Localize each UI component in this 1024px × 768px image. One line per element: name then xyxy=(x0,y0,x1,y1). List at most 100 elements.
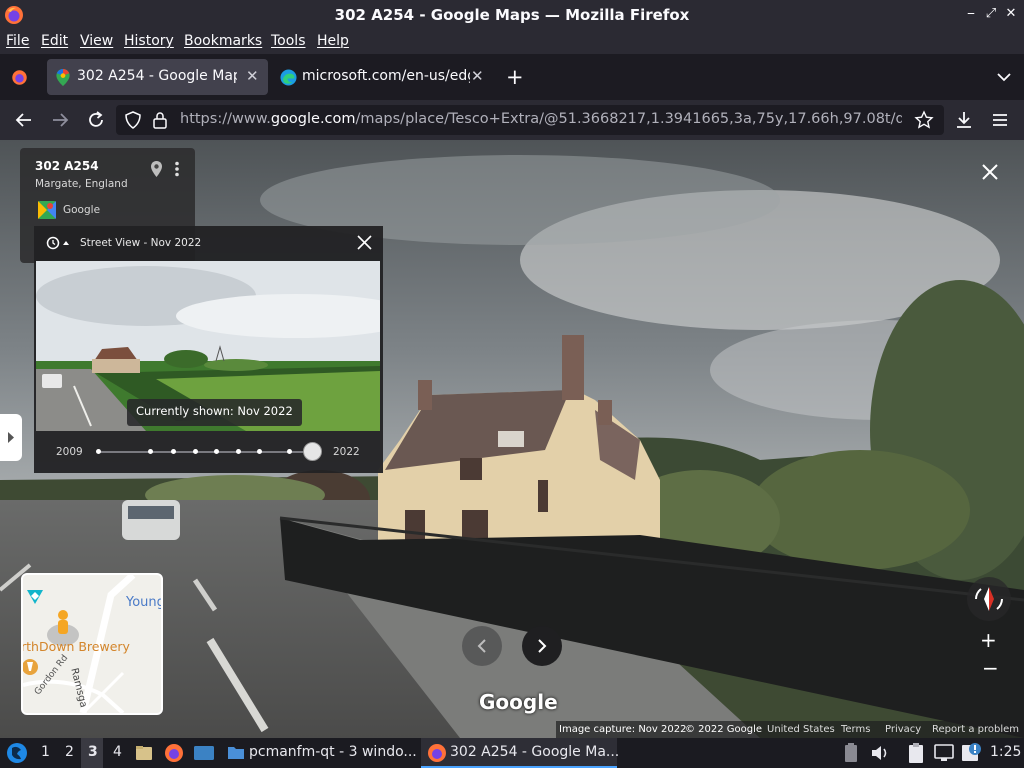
lock-icon[interactable] xyxy=(152,111,168,129)
menu-view[interactable]: View xyxy=(80,33,113,49)
downloads-icon[interactable] xyxy=(952,108,976,132)
location-pin-icon[interactable] xyxy=(150,160,163,178)
back-icon[interactable] xyxy=(12,108,36,132)
google-maps-icon xyxy=(38,201,56,219)
navigation-toolbar: https://www.google.com/maps/place/Tesco+… xyxy=(0,100,1024,140)
bookmark-star-icon[interactable] xyxy=(914,110,934,130)
minimap[interactable]: Young rthDown Brewery Gordon Rd Ramsga xyxy=(21,573,163,715)
tab-label: 302 A254 - Google Maps xyxy=(77,68,237,84)
network-icon[interactable] xyxy=(933,743,955,763)
address-bar[interactable]: https://www.google.com/maps/place/Tesco+… xyxy=(116,105,944,135)
restore-button[interactable]: ⤢ xyxy=(982,5,1000,23)
url-prefix: https://www. xyxy=(180,111,271,127)
shield-icon[interactable] xyxy=(124,111,142,129)
window-titlebar: 302 A254 - Google Maps — Mozilla Firefox… xyxy=(0,0,1024,30)
start-menu-icon[interactable] xyxy=(6,742,28,764)
place-title: 302 A254 xyxy=(35,159,99,173)
minimap-label: rthDown Brewery xyxy=(21,639,130,654)
taskbar-window-firefox[interactable]: 302 A254 - Google Ma... xyxy=(421,738,620,768)
desktop-icon[interactable] xyxy=(193,743,215,763)
zoom-out-button[interactable]: − xyxy=(982,656,999,680)
zoom-in-button[interactable]: + xyxy=(980,628,997,652)
minimap-label: Young xyxy=(126,595,163,610)
firefox-view-icon[interactable] xyxy=(11,69,28,86)
report-problem-link[interactable]: Report a problem xyxy=(932,724,1019,735)
timeline-start-year: 2009 xyxy=(56,446,83,458)
timeline-dot[interactable] xyxy=(257,449,262,454)
new-tab-icon[interactable]: + xyxy=(506,65,524,89)
reload-icon[interactable] xyxy=(84,108,108,132)
timeline-dot[interactable] xyxy=(148,449,153,454)
file-manager-launcher-icon[interactable] xyxy=(134,743,154,763)
clock: 1:25 xyxy=(990,744,1022,760)
timeline-dot[interactable] xyxy=(96,449,101,454)
menubar: File Edit View History Bookmarks Tools H… xyxy=(0,30,1024,54)
compass-button[interactable] xyxy=(967,577,1011,621)
taskbar-window-label: 302 A254 - Google Ma... xyxy=(450,744,620,760)
edge-favicon xyxy=(280,69,297,86)
timeline-slider[interactable] xyxy=(96,442,322,461)
expand-side-panel-button[interactable] xyxy=(0,414,22,461)
tab-label: microsoft.com/en-us/edg xyxy=(302,68,470,84)
street-view-thumbnail[interactable]: Currently shown: Nov 2022 xyxy=(36,261,380,431)
chevron-right-icon xyxy=(538,639,547,653)
place-subtitle: Margate, England xyxy=(35,178,128,190)
tab-microsoft[interactable]: microsoft.com/en-us/edg ✕ xyxy=(272,59,494,95)
workspace-4[interactable]: 4 xyxy=(113,744,122,760)
timeline-handle[interactable] xyxy=(302,442,322,461)
taskbar-window-pcmanfm[interactable]: pcmanfm-qt - 3 windo... xyxy=(222,738,418,768)
workspace-2[interactable]: 2 xyxy=(65,744,74,760)
menu-bookmarks[interactable]: Bookmarks xyxy=(184,33,262,49)
window-title: 302 A254 - Google Maps — Mozilla Firefox xyxy=(334,6,690,24)
close-window-button[interactable]: ✕ xyxy=(1002,5,1020,23)
url-path: /maps/place/Tesco+Extra/@51.3668217,1.39… xyxy=(355,111,902,127)
menu-history[interactable]: History xyxy=(124,33,174,49)
menu-tools[interactable]: Tools xyxy=(271,33,306,49)
next-image-button[interactable] xyxy=(522,626,562,666)
firefox-launcher-icon[interactable] xyxy=(164,743,184,763)
menu-file[interactable]: File xyxy=(6,33,29,49)
privacy-link[interactable]: Privacy xyxy=(885,724,921,735)
battery-icon xyxy=(845,743,857,762)
notification-icon[interactable] xyxy=(960,742,982,764)
timeline-dot[interactable] xyxy=(287,449,292,454)
google-logo: Google xyxy=(479,690,558,714)
clipboard-icon[interactable] xyxy=(906,742,926,764)
timeline-end-year: 2022 xyxy=(333,446,360,458)
image-capture-date: Image capture: Nov 2022 xyxy=(559,724,687,735)
region-link[interactable]: United States xyxy=(767,724,835,735)
tab-close-icon[interactable]: ✕ xyxy=(471,67,484,85)
chevron-left-icon xyxy=(477,639,486,653)
timeline-dot[interactable] xyxy=(236,449,241,454)
hamburger-menu-icon[interactable] xyxy=(988,108,1012,132)
menu-edit[interactable]: Edit xyxy=(41,33,68,49)
tab-google-maps[interactable]: 302 A254 - Google Maps ✕ xyxy=(47,59,268,95)
chevron-down-icon[interactable] xyxy=(996,71,1012,83)
previous-image-button[interactable] xyxy=(462,626,502,666)
workspace-3[interactable]: 3 xyxy=(88,744,98,760)
menu-help[interactable]: Help xyxy=(317,33,349,49)
url-domain: google.com xyxy=(270,111,356,127)
street-view-header: Street View - Nov 2022 xyxy=(80,237,202,249)
firefox-icon xyxy=(428,744,446,762)
more-options-icon[interactable] xyxy=(174,161,180,177)
timeline-dot[interactable] xyxy=(171,449,176,454)
folder-icon xyxy=(228,747,244,759)
tab-close-icon[interactable]: ✕ xyxy=(246,67,259,85)
close-street-view-icon[interactable] xyxy=(981,163,999,181)
minimize-button[interactable]: ⎯ xyxy=(962,5,980,23)
forward-icon[interactable] xyxy=(48,108,72,132)
taskbar-window-label: pcmanfm-qt - 3 windo... xyxy=(249,744,417,760)
timeline-dot[interactable] xyxy=(214,449,219,454)
history-icon[interactable] xyxy=(46,236,70,250)
close-icon[interactable] xyxy=(357,235,372,250)
tab-bar: 302 A254 - Google Maps ✕ microsoft.com/e… xyxy=(0,54,1024,100)
terms-link[interactable]: Terms xyxy=(841,724,870,735)
copyright-text: © 2022 Google xyxy=(685,724,763,735)
google-maps-favicon xyxy=(56,69,70,86)
url-text[interactable]: https://www.google.com/maps/place/Tesco+… xyxy=(180,111,902,127)
workspace-1[interactable]: 1 xyxy=(41,744,50,760)
compass-icon xyxy=(975,587,1003,611)
timeline-dot[interactable] xyxy=(193,449,198,454)
volume-icon[interactable] xyxy=(870,744,890,762)
